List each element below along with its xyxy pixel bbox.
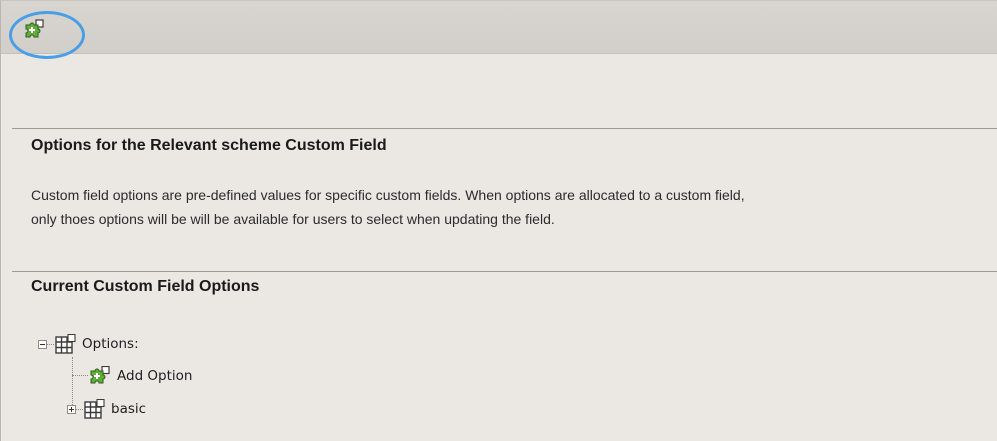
tree-root-label[interactable]: Options: xyxy=(82,336,139,352)
toolbar xyxy=(1,1,997,59)
add-puzzle-icon xyxy=(25,19,44,38)
custom-field-options-page: Options for the Relevant scheme Custom F… xyxy=(0,0,997,441)
tree-root-node: Options: xyxy=(38,333,139,355)
basic-option-label[interactable]: basic xyxy=(111,401,146,417)
options-section-title: Options for the Relevant scheme Custom F… xyxy=(31,137,387,154)
tree-item-add-option[interactable]: Add Option xyxy=(89,365,192,387)
section-divider xyxy=(12,271,997,272)
expand-toggle[interactable] xyxy=(67,404,76,414)
description-line-1: Custom field options are pre-defined val… xyxy=(31,187,745,203)
options-description: Custom field options are pre-defined val… xyxy=(31,183,991,231)
description-line-2: only thoes options will be will be avail… xyxy=(31,211,555,227)
grid-table-icon xyxy=(55,334,76,354)
add-option-label[interactable]: Add Option xyxy=(117,368,192,384)
add-puzzle-icon xyxy=(90,366,110,384)
section-divider xyxy=(12,128,997,129)
current-options-section-title: Current Custom Field Options xyxy=(31,278,260,295)
add-option-toolbar-button[interactable] xyxy=(23,19,45,41)
collapse-toggle[interactable] xyxy=(38,339,47,349)
highlight-circle xyxy=(9,11,85,59)
tree-item-basic: basic xyxy=(67,398,146,420)
grid-table-icon xyxy=(84,399,105,419)
